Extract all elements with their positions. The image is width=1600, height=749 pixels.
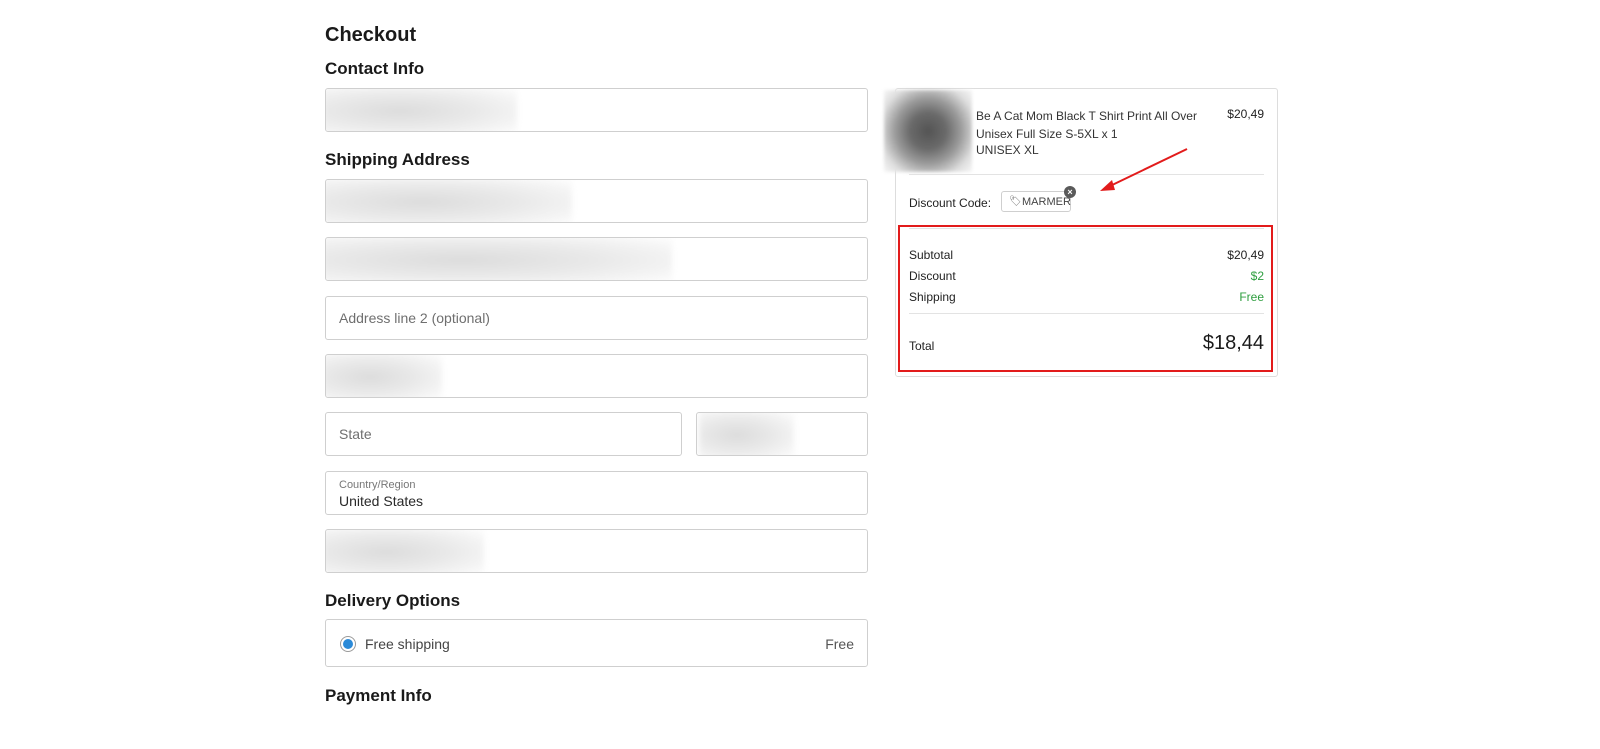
annotation-arrow-icon [1100, 148, 1188, 191]
